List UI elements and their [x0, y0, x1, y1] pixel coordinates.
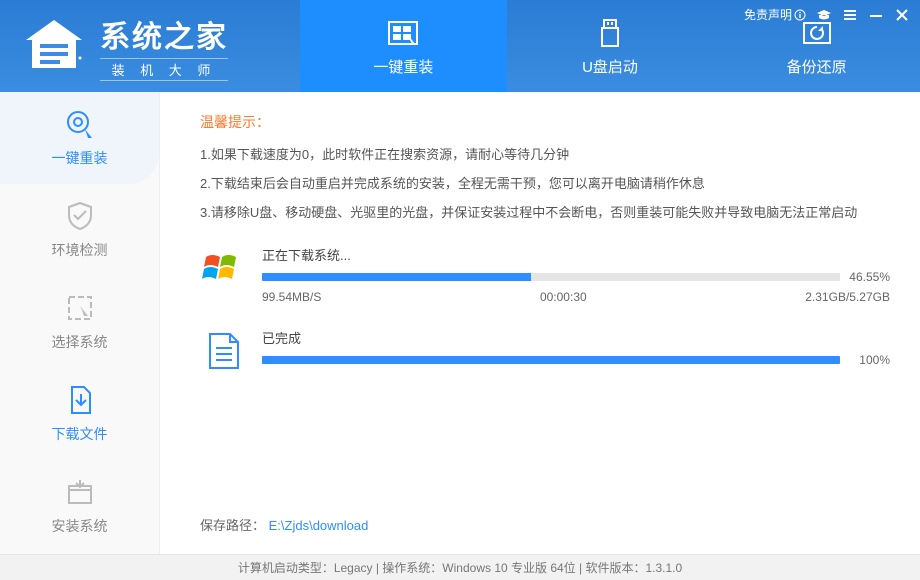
windows-logo-icon [200, 245, 246, 291]
hint-line: 1.如果下载速度为0，此时软件正在搜索资源，请耐心等待几分钟 [200, 144, 890, 163]
save-path-value[interactable]: E:\Zjds\download [269, 518, 369, 533]
completed-percent: 100% [848, 353, 890, 367]
sidebar-item-download[interactable]: 下载文件 [0, 368, 159, 460]
install-box-icon [64, 476, 96, 508]
body: 一键重装 环境检测 选择系统 下载文件 安装系统 温馨提示： 1.如果下载速度为… [0, 92, 920, 554]
download-elapsed: 00:00:30 [540, 290, 587, 304]
disclaimer-link[interactable]: 免责声明 [744, 6, 806, 23]
windows-cursor-icon [385, 16, 421, 52]
sidebar-item-env-check[interactable]: 环境检测 [0, 184, 159, 276]
window-controls: 免责声明 [744, 6, 910, 23]
sidebar: 一键重装 环境检测 选择系统 下载文件 安装系统 [0, 92, 160, 554]
save-path-label: 保存路径： [200, 518, 265, 533]
completed-progress-bar [262, 356, 840, 364]
menu-icon[interactable] [842, 7, 858, 23]
shield-check-icon [64, 200, 96, 232]
document-icon [200, 328, 246, 374]
sidebar-item-select-system[interactable]: 选择系统 [0, 276, 159, 368]
hint-title: 温馨提示： [200, 112, 890, 132]
sidebar-item-install[interactable]: 安装系统 [0, 460, 159, 552]
footer-status: 计算机启动类型：Legacy | 操作系统：Windows 10 专业版 64位… [0, 554, 920, 580]
logo-area: 系统之家 装 机 大 师 [0, 0, 300, 92]
selection-icon [64, 292, 96, 324]
app-subtitle: 装 机 大 师 [100, 58, 228, 81]
hint-line: 3.请移除U盘、移动硬盘、光驱里的光盘，并保证安装过程中不会断电，否则重装可能失… [200, 202, 890, 221]
save-path-row: 保存路径： E:\Zjds\download [200, 515, 368, 534]
main-content: 温馨提示： 1.如果下载速度为0，此时软件正在搜索资源，请耐心等待几分钟 2.下… [160, 92, 920, 554]
app-logo-icon [20, 18, 88, 74]
graduation-icon[interactable] [816, 7, 832, 23]
tab-reinstall[interactable]: 一键重装 [300, 0, 507, 92]
download-speed: 99.54MB/S [262, 290, 321, 304]
usb-icon [592, 16, 628, 52]
completed-label: 已完成 [262, 328, 890, 347]
header: 系统之家 装 机 大 师 一键重装 U盘启动 备份还原 免责声明 [0, 0, 920, 92]
target-cursor-icon [64, 108, 96, 140]
download-size: 2.31GB/5.27GB [805, 290, 890, 304]
hint-line: 2.下载结束后会自动重启并完成系统的安装，全程无需干预，您可以离开电脑请稍作休息 [200, 173, 890, 192]
download-progress: 正在下载系统... 46.55% 99.54MB/S 00:00:30 2.31… [200, 245, 890, 304]
download-file-icon [64, 384, 96, 416]
download-label: 正在下载系统... [262, 245, 890, 264]
minimize-button[interactable] [868, 7, 884, 23]
completed-progress: 已完成 100% [200, 328, 890, 374]
tab-usb-boot[interactable]: U盘启动 [507, 0, 714, 92]
app-title: 系统之家 [100, 12, 228, 56]
sidebar-item-reinstall[interactable]: 一键重装 [0, 92, 159, 184]
download-progress-bar [262, 273, 840, 281]
close-button[interactable] [894, 7, 910, 23]
info-icon [794, 9, 806, 21]
download-percent: 46.55% [848, 270, 890, 284]
